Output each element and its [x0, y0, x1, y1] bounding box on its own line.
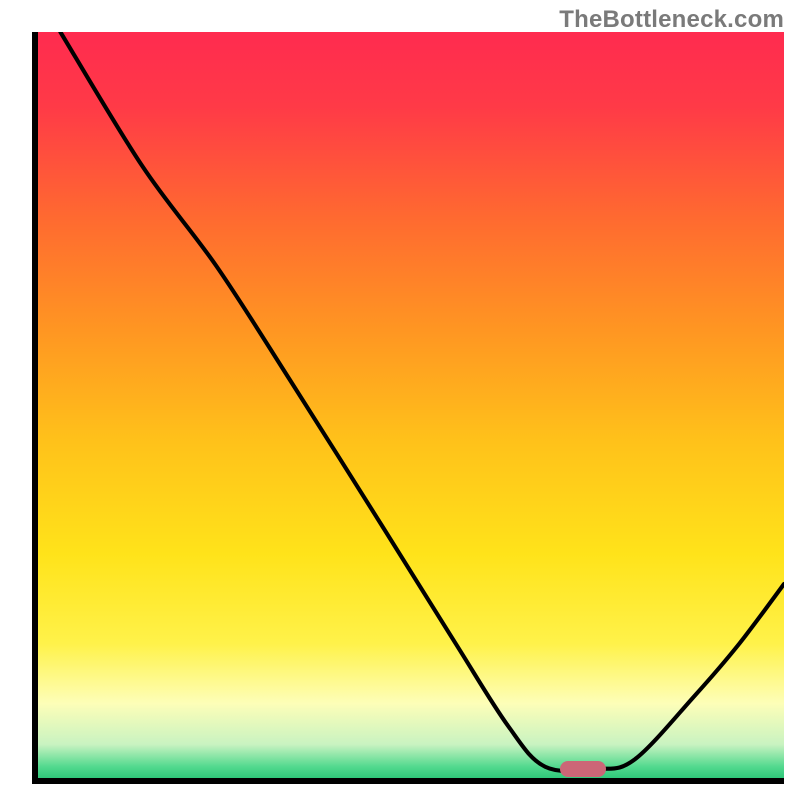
watermark-text: TheBottleneck.com [559, 6, 784, 34]
curve-layer [38, 32, 784, 778]
optimal-marker [560, 761, 606, 777]
bottleneck-chart: TheBottleneck.com [0, 0, 800, 800]
bottleneck-curve-path [60, 32, 784, 771]
plot-area [32, 32, 784, 784]
